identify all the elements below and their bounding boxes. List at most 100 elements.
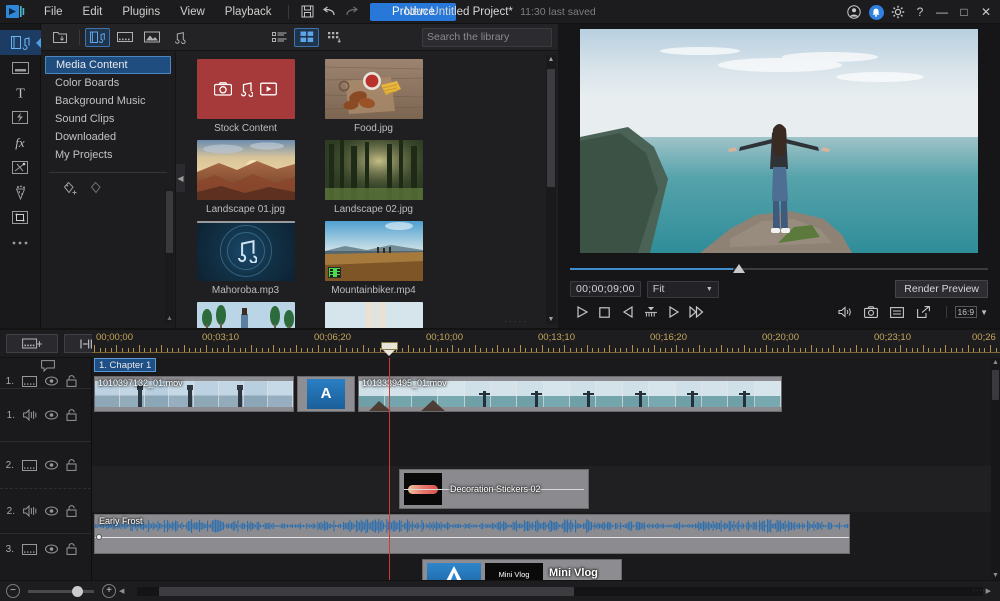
video-track-3[interactable]: Mini Vlog Mini Vlog — [92, 556, 1000, 580]
next-frame-button[interactable] — [662, 303, 685, 321]
sidebar-item-capture[interactable] — [0, 55, 41, 80]
sidebar-item-particle[interactable] — [0, 155, 41, 180]
account-icon[interactable] — [844, 2, 864, 22]
settings-gear-icon[interactable] — [888, 2, 908, 22]
snapshot-button[interactable] — [860, 303, 883, 321]
audio-clip[interactable]: Early Frost — [94, 514, 850, 554]
view-grid-icon[interactable] — [294, 28, 319, 47]
aspect-ratio-select[interactable]: 16:9 ▼ — [946, 306, 988, 318]
fast-forward-button[interactable] — [685, 303, 708, 321]
zoom-slider[interactable] — [28, 590, 94, 593]
minimize-button[interactable]: — — [932, 2, 952, 22]
undo-icon[interactable] — [318, 2, 340, 22]
zoom-out-button[interactable]: − — [6, 584, 20, 598]
previous-frame-button[interactable] — [616, 303, 639, 321]
collapse-panel-chevron-icon[interactable]: ◀ — [176, 164, 185, 192]
search-box[interactable] — [422, 28, 552, 47]
preview-playhead[interactable] — [733, 264, 745, 273]
timeline-tracks[interactable]: 1. Chapter 1 — [92, 358, 1000, 580]
resize-grip[interactable]: ···· — [973, 588, 986, 595]
track-header-video1-top[interactable]: 1. — [0, 374, 91, 388]
title-clip[interactable]: Mini Vlog Mini Vlog — [422, 559, 622, 580]
library-scrollbar[interactable]: ▲ ▼ — [546, 55, 556, 324]
sidebar-item-color-boards[interactable]: Color Boards — [45, 74, 171, 92]
media-item[interactable]: Mountainbiker.mp4 — [316, 221, 431, 296]
import-media-icon[interactable] — [47, 28, 72, 47]
maximize-button[interactable]: □ — [954, 2, 974, 22]
preview-timecode[interactable]: 00;00;09;00 — [570, 281, 641, 297]
chapter-track[interactable]: 1. Chapter 1 — [92, 358, 1000, 374]
menu-playback[interactable]: Playback — [215, 3, 282, 21]
mark-in-icon[interactable] — [639, 303, 662, 321]
sidebar-item-my-projects[interactable]: My Projects — [45, 146, 171, 164]
timeline-horizontal-scrollbar[interactable] — [137, 587, 982, 596]
audio-track-2[interactable]: Early Frost — [92, 512, 1000, 556]
menu-edit[interactable]: Edit — [73, 3, 113, 21]
view-thumbnails-icon[interactable] — [321, 28, 346, 47]
sidebar-item-background-music[interactable]: Background Music — [45, 92, 171, 110]
preview-zoom-select[interactable]: Fit ▼ — [647, 281, 719, 298]
close-button[interactable]: ✕ — [976, 2, 996, 22]
track-manager-button[interactable] — [6, 334, 58, 353]
timeline-clip[interactable]: 1010397132_01.mov — [94, 376, 294, 412]
timeline-clip[interactable]: 1013339495_01.mov — [358, 376, 782, 412]
sticker-clip[interactable]: Decoration Stickers 02 — [399, 469, 589, 509]
notification-icon[interactable] — [866, 2, 886, 22]
timeline-playhead[interactable] — [389, 358, 390, 580]
track-header-video2[interactable]: 2. — [0, 442, 91, 488]
media-item[interactable]: Landscape 02.jpg — [316, 140, 431, 215]
view-list-icon[interactable] — [267, 28, 292, 47]
media-item[interactable] — [188, 302, 303, 328]
track-header-video3[interactable]: 3. — [0, 534, 91, 564]
sidebar-item-sound-clips[interactable]: Sound Clips — [45, 110, 171, 128]
zoom-in-button[interactable]: + — [102, 584, 116, 598]
media-item[interactable]: Food.jpg — [316, 59, 431, 134]
media-item[interactable]: Mahoroba.mp3 — [188, 221, 303, 296]
display-options-button[interactable] — [886, 303, 909, 321]
transition-clip[interactable]: A — [297, 376, 355, 412]
remove-tag-icon[interactable] — [90, 181, 104, 199]
sidebar-item-transition[interactable] — [0, 105, 41, 130]
track-header-chapter[interactable] — [0, 358, 91, 374]
produce-button[interactable]: Produce — [370, 3, 456, 21]
play-button[interactable] — [570, 303, 593, 321]
volume-button[interactable] — [834, 303, 857, 321]
preview-progress[interactable] — [570, 264, 988, 274]
preview-screen[interactable] — [580, 29, 978, 253]
menu-view[interactable]: View — [170, 3, 215, 21]
redo-icon[interactable] — [340, 2, 362, 22]
sidebar-item-sparkle[interactable] — [0, 180, 41, 205]
sidebar-item-title[interactable]: T — [0, 80, 41, 105]
media-item[interactable]: Landscape 01.jpg — [188, 140, 303, 215]
track-header-audio1[interactable]: 1. — [0, 389, 91, 441]
tree-scrollbar[interactable]: ▲ — [165, 189, 174, 324]
render-preview-button[interactable]: Render Preview — [895, 280, 988, 298]
stop-button[interactable] — [593, 303, 616, 321]
sidebar-item-fx[interactable]: fx — [0, 130, 41, 155]
filter-video-icon[interactable] — [112, 28, 137, 47]
filter-audio-icon[interactable] — [166, 28, 191, 47]
filter-image-icon[interactable] — [139, 28, 164, 47]
sidebar-item-media-library[interactable] — [0, 30, 41, 55]
track-header-audio2[interactable]: 2. — [0, 489, 91, 533]
chapter-marker[interactable]: 1. Chapter 1 — [94, 358, 156, 372]
add-tag-icon[interactable] — [63, 181, 80, 199]
video-track-2[interactable]: Decoration Stickers 02 — [92, 466, 1000, 512]
more-dots-icon[interactable] — [0, 230, 41, 255]
menu-plugins[interactable]: Plugins — [112, 3, 170, 21]
sidebar-item-downloaded[interactable]: Downloaded — [45, 128, 171, 146]
filter-all-media-icon[interactable] — [85, 28, 110, 47]
scroll-left-icon[interactable]: ◀ — [119, 587, 124, 595]
detach-preview-button[interactable] — [912, 303, 935, 321]
media-item[interactable] — [316, 302, 431, 328]
timeline-ruler[interactable]: 00;00;00 00;03;10 00;06;20 00;10;00 00;1… — [92, 330, 1000, 358]
sidebar-item-overlay[interactable] — [0, 205, 41, 230]
sidebar-item-media-content[interactable]: Media Content — [45, 56, 171, 74]
menu-file[interactable]: File — [34, 3, 73, 21]
scroll-right-icon[interactable]: ▶ — [986, 587, 991, 595]
help-icon[interactable]: ? — [910, 2, 930, 22]
playhead-marker[interactable] — [381, 342, 398, 355]
media-item[interactable]: Stock Content — [188, 59, 303, 134]
search-input[interactable] — [427, 31, 562, 43]
volume-keyframe[interactable] — [96, 534, 102, 540]
